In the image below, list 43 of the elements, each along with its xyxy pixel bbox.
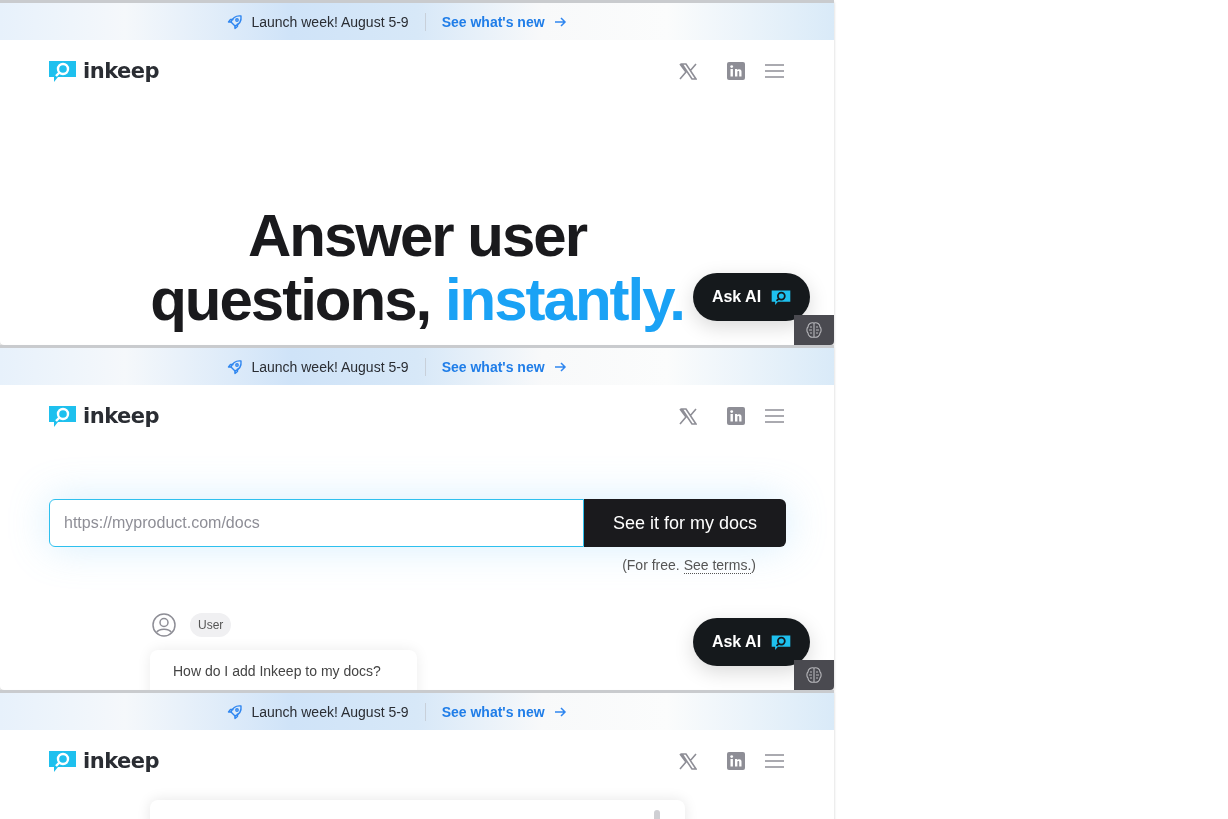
announcement-text: Launch week! August 5-9 bbox=[251, 703, 409, 720]
rocket-icon bbox=[227, 13, 244, 30]
logo-icon bbox=[48, 59, 77, 83]
question-text: How do I add Inkeep to my docs? bbox=[173, 663, 381, 679]
announcement-text: Launch week! August 5-9 bbox=[251, 13, 409, 30]
ask-ai-button[interactable]: Ask AI bbox=[693, 618, 810, 666]
arrow-right-icon bbox=[552, 704, 567, 719]
user-avatar-icon bbox=[152, 613, 176, 637]
linkedin-icon[interactable] bbox=[727, 62, 745, 80]
arrow-right-icon bbox=[552, 359, 567, 374]
see-terms-link[interactable]: See terms. bbox=[683, 557, 752, 574]
ask-ai-button[interactable]: Ask AI bbox=[693, 273, 810, 321]
x-icon[interactable] bbox=[679, 752, 697, 770]
see-whats-new-link[interactable]: See what's new bbox=[441, 13, 567, 30]
logo-icon bbox=[48, 404, 77, 428]
see-whats-new-link[interactable]: See what's new bbox=[441, 703, 567, 720]
linkedin-icon[interactable] bbox=[727, 752, 745, 770]
rocket-icon bbox=[227, 703, 244, 720]
menu-icon[interactable] bbox=[765, 754, 784, 768]
arrow-right-icon bbox=[552, 14, 567, 29]
brain-icon bbox=[805, 321, 823, 339]
logo-icon bbox=[48, 749, 77, 773]
menu-icon[interactable] bbox=[765, 64, 784, 78]
user-role-label: User bbox=[190, 613, 232, 637]
brain-badge[interactable] bbox=[794, 315, 834, 345]
announcement-text: Launch week! August 5-9 bbox=[251, 358, 409, 375]
brand-name[interactable]: inkeep bbox=[83, 404, 160, 428]
rocket-icon bbox=[227, 358, 244, 375]
see-whats-new-link[interactable]: See what's new bbox=[441, 358, 567, 375]
brand-name[interactable]: inkeep bbox=[83, 749, 160, 773]
brand-name[interactable]: inkeep bbox=[83, 59, 160, 83]
brain-badge[interactable] bbox=[794, 660, 834, 690]
see-it-for-my-docs-button[interactable]: See it for my docs bbox=[584, 499, 786, 547]
free-note: (For free. See terms.) bbox=[621, 557, 757, 573]
x-icon[interactable] bbox=[679, 407, 697, 425]
url-input-field[interactable]: https://myproduct.com/docs bbox=[49, 499, 584, 547]
brain-icon bbox=[805, 666, 823, 684]
search-chat-icon bbox=[771, 633, 792, 651]
menu-icon[interactable] bbox=[765, 409, 784, 423]
search-chat-icon bbox=[771, 288, 792, 306]
x-icon[interactable] bbox=[679, 62, 697, 80]
linkedin-icon[interactable] bbox=[727, 407, 745, 425]
headline: Answer user questions, instantly. bbox=[150, 204, 684, 332]
